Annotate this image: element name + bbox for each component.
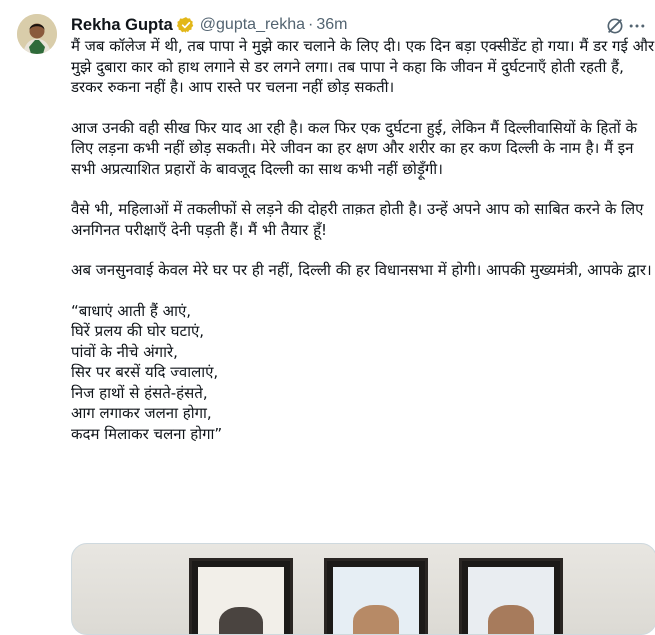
tweet-paragraph: आज उनकी वही सीख फिर याद आ रही है। कल फिर…	[71, 118, 642, 178]
timestamp[interactable]: 36m	[316, 16, 347, 34]
header-actions	[604, 15, 648, 37]
tweet-paragraph: वैसे भी, महिलाओं में तकलीफों से लड़ने की…	[71, 200, 649, 239]
verified-badge-icon	[176, 16, 195, 34]
author-handle[interactable]: @gupta_rekha	[200, 16, 305, 34]
portrait-frame	[459, 558, 563, 634]
portrait-frame	[189, 558, 293, 634]
portrait-frame	[324, 558, 428, 634]
tweet-media-image[interactable]	[71, 543, 655, 635]
tweet-poem: “बाधाएं आती हैं आएं, घिरें प्रलय की घोर …	[71, 301, 223, 443]
tweet-header: Rekha Gupta @gupta_rekha · 36m	[71, 14, 347, 36]
author-name[interactable]: Rekha Gupta	[71, 16, 173, 35]
tweet-paragraph: अब जनसुनवाई केवल मेरे घर पर ही नहीं, दिल…	[71, 261, 652, 279]
more-icon[interactable]	[626, 15, 648, 37]
grok-icon[interactable]	[604, 15, 626, 37]
tweet-paragraph: मैं जब कॉलेज में थी, तब पापा ने मुझे कार…	[71, 37, 655, 96]
separator-dot: ·	[307, 16, 314, 33]
tweet-text: मैं जब कॉलेज में थी, तब पापा ने मुझे कार…	[71, 36, 655, 464]
avatar[interactable]	[17, 14, 57, 54]
